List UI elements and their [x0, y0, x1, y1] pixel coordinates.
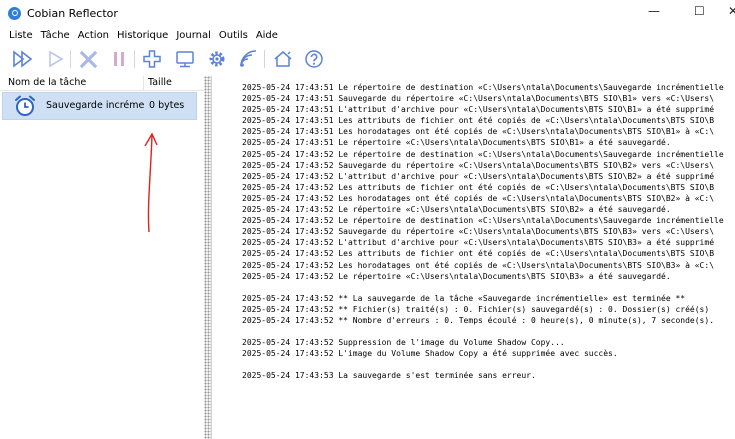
log-line: 2025-05-24 17:43:52 L'attribut d'archive…: [242, 171, 715, 181]
close-button[interactable]: ✕: [728, 4, 735, 18]
column-header-name[interactable]: Nom de la tâche: [8, 77, 86, 88]
run-all-icon[interactable]: [12, 48, 34, 70]
log-line: 2025-05-24 17:43:52 ** Nombre d'erreurs …: [242, 315, 715, 325]
log-line: 2025-05-24 17:43:53 La sauvegarde s'est …: [242, 371, 536, 381]
alarm-clock-icon: [13, 94, 37, 118]
app-logo-icon: [8, 6, 21, 20]
log-line: 2025-05-24 17:43:52 Les horodatages ont …: [242, 193, 715, 203]
minimize-button[interactable]: —: [648, 4, 660, 18]
red-arrow-annotation: [144, 132, 158, 233]
log-line: 2025-05-24 17:43:51 L'attribut d'archive…: [242, 105, 715, 115]
log-line: 2025-05-24 17:43:52 Le répertoire «C:\Us…: [242, 271, 671, 281]
task-list-pane: Nom de la tâche Taille Sauvegarde incrém…: [0, 76, 205, 439]
shadow-copy-icon[interactable]: [238, 48, 260, 70]
log-line: 2025-05-24 17:43:52 Le répertoire de des…: [242, 149, 724, 159]
column-header-size[interactable]: Taille: [148, 77, 172, 88]
log-lines: 2025-05-24 17:43:51 Le répertoire de des…: [242, 82, 735, 382]
log-line: 2025-05-24 17:43:51 Le répertoire de des…: [242, 83, 724, 92]
column-divider[interactable]: [143, 76, 144, 90]
log-pane[interactable]: 2025-05-24 17:43:51 Le répertoire de des…: [211, 76, 735, 439]
log-line: 2025-05-24 17:43:52 L'attribut d'archive…: [242, 238, 715, 248]
toolbar-separator: [264, 50, 265, 68]
toolbar: [0, 44, 735, 74]
menu-liste[interactable]: Liste: [0, 30, 37, 41]
maximize-button[interactable]: ☐: [694, 4, 705, 18]
log-line: 2025-05-24 17:43:52 Les attributs de fic…: [242, 182, 715, 192]
menu-action[interactable]: Action: [74, 30, 113, 41]
log-line: 2025-05-24 17:43:52 Sauvegarde du répert…: [242, 160, 715, 170]
help-icon[interactable]: [303, 48, 325, 70]
log-line: 2025-05-24 17:43:52 Les attributs de fic…: [242, 249, 715, 259]
menu-aide[interactable]: Aide: [252, 30, 282, 41]
log-line: 2025-05-24 17:43:52 Suppression de l'ima…: [242, 338, 565, 348]
run-icon[interactable]: [45, 48, 67, 70]
log-line: 2025-05-24 17:43:51 Les horodatages ont …: [242, 127, 715, 137]
menu-journal[interactable]: Journal: [172, 30, 215, 41]
menu-bar: Liste Tâche Action Historique Journal Ou…: [0, 27, 735, 43]
task-list-header: Nom de la tâche Taille: [0, 76, 205, 91]
home-icon[interactable]: [272, 48, 294, 70]
computer-icon[interactable]: [174, 48, 196, 70]
title-bar: Cobian Reflector — ☐ ✕: [0, 0, 735, 26]
log-line: 2025-05-24 17:43:52 Le répertoire de des…: [242, 216, 724, 226]
task-name: Sauvegarde incrémentielle: [46, 100, 144, 111]
log-line: 2025-05-24 17:43:52 Sauvegarde du répert…: [242, 227, 715, 237]
task-row[interactable]: Sauvegarde incrémentielle 0 bytes: [2, 92, 197, 120]
task-size: 0 bytes: [149, 100, 185, 111]
toolbar-separator: [134, 50, 135, 68]
log-line: 2025-05-24 17:43:51 Le répertoire «C:\Us…: [242, 138, 671, 148]
log-line: 2025-05-24 17:43:51 Sauvegarde du répert…: [242, 94, 715, 104]
log-line: 2025-05-24 17:43:52 Le répertoire «C:\Us…: [242, 205, 671, 215]
log-line: 2025-05-24 17:43:52 ** La sauvegarde de …: [242, 293, 686, 303]
cancel-icon[interactable]: [78, 48, 100, 70]
menu-historique[interactable]: Historique: [113, 30, 172, 41]
pane-splitter[interactable]: [204, 76, 211, 439]
menu-outils[interactable]: Outils: [215, 30, 252, 41]
log-line: 2025-05-24 17:43:52 ** Fichier(s) traité…: [242, 304, 710, 314]
log-line: 2025-05-24 17:43:51 Les attributs de fic…: [242, 116, 715, 126]
add-task-icon[interactable]: [141, 48, 163, 70]
pause-icon[interactable]: [108, 48, 130, 70]
settings-icon[interactable]: [206, 48, 228, 70]
log-line: 2025-05-24 17:43:52 L'image du Volume Sh…: [242, 349, 618, 359]
menu-tache[interactable]: Tâche: [37, 30, 74, 41]
window-title: Cobian Reflector: [27, 6, 118, 20]
log-line: 2025-05-24 17:43:52 Les horodatages ont …: [242, 260, 715, 270]
toolbar-separator: [70, 50, 71, 68]
